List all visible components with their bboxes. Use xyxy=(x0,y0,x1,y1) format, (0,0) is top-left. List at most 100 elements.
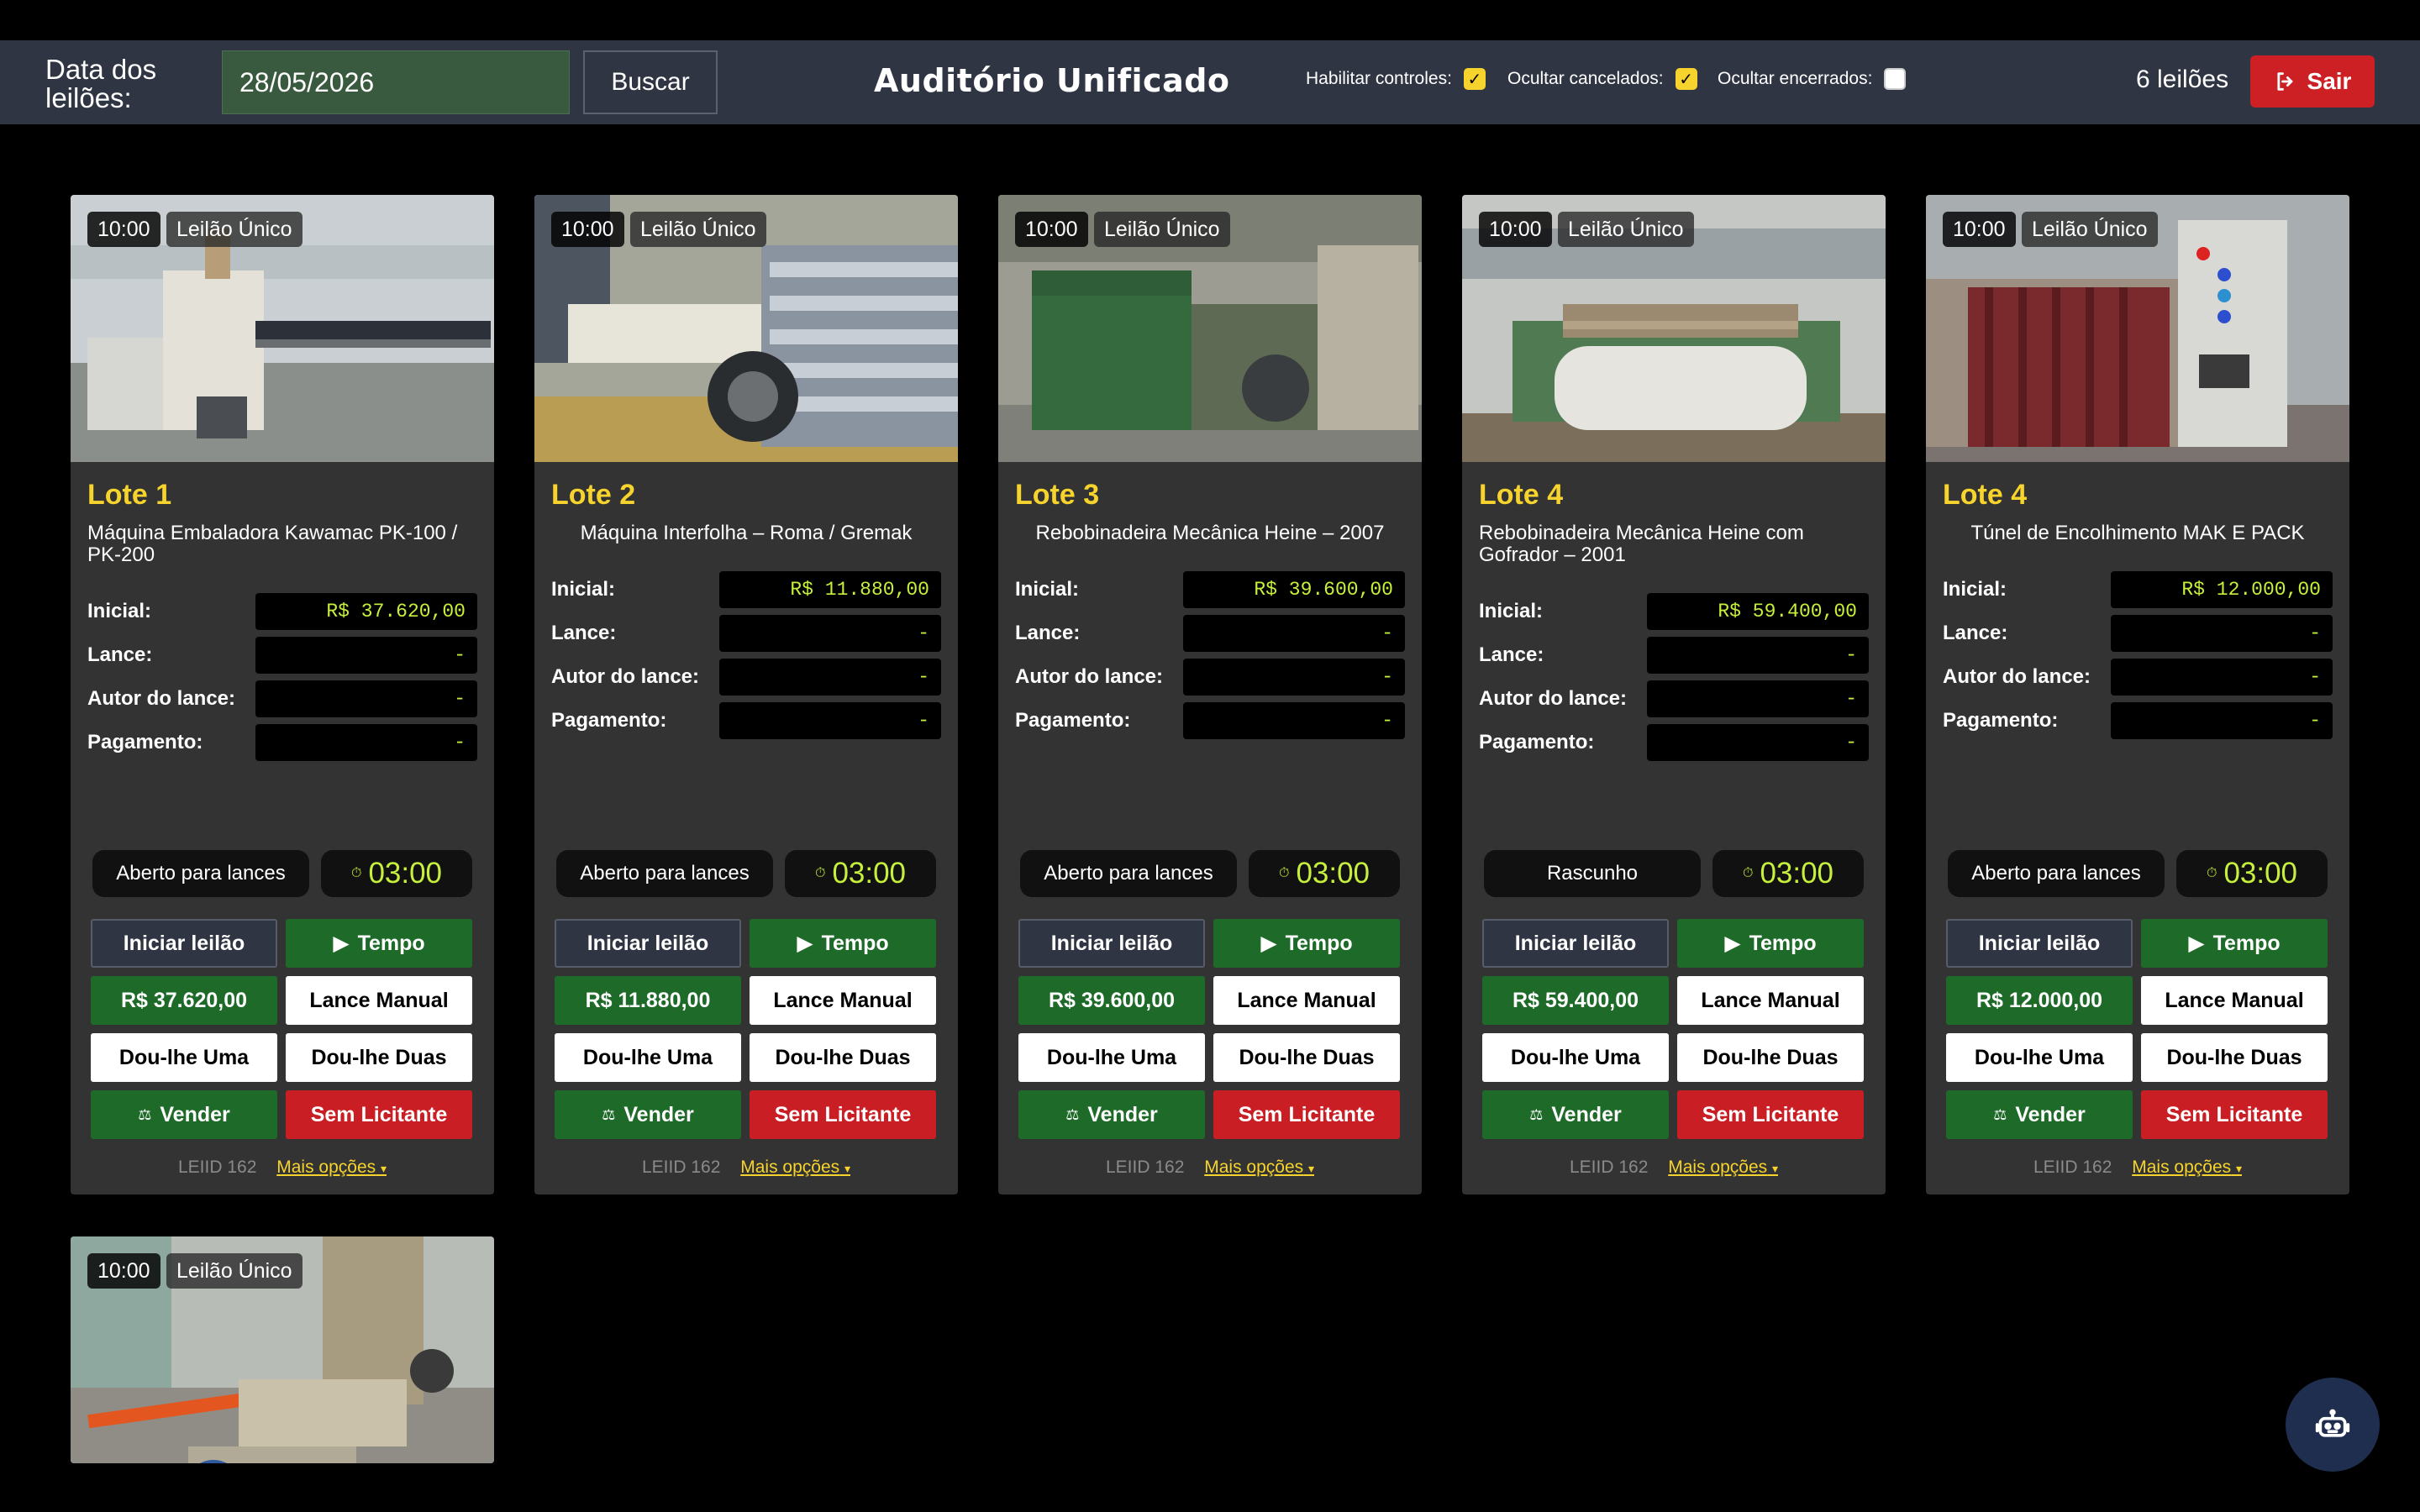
card-footer: LEIID 162 Mais opções ▾ xyxy=(1462,1158,1886,1178)
lance-value: - xyxy=(719,615,941,652)
manual-bid-button[interactable]: Lance Manual xyxy=(750,976,936,1025)
lot-title: Lote 4 xyxy=(1943,479,2028,511)
dou-lhe-duas-button[interactable]: Dou-lhe Duas xyxy=(2141,1033,2328,1082)
time-button[interactable]: ▶ Tempo xyxy=(286,919,472,968)
autor-value: - xyxy=(255,680,477,717)
time-button[interactable]: ▶ Tempo xyxy=(2141,919,2328,968)
lance-value: - xyxy=(255,637,477,674)
play-icon: ▶ xyxy=(1260,932,1277,955)
card-footer: LEIID 162 Mais opções ▾ xyxy=(71,1158,494,1178)
more-options-link[interactable]: Mais opções ▾ xyxy=(1204,1158,1314,1177)
ocultar-encerrados-checkbox[interactable] xyxy=(1884,68,1907,90)
search-button[interactable]: Buscar xyxy=(583,50,718,114)
auction-card: 10:00 Leilão Único Lote 4 Rebobinadeira … xyxy=(1462,195,1886,1194)
sell-label: Vender xyxy=(1551,1102,1622,1126)
price-button[interactable]: R$ 39.600,00 xyxy=(1018,976,1205,1025)
start-auction-button[interactable]: Iniciar leilão xyxy=(1482,919,1669,968)
inicial-value: R$ 39.600,00 xyxy=(1183,571,1405,608)
no-bidder-button[interactable]: Sem Licitante xyxy=(750,1090,936,1139)
sell-label: Vender xyxy=(160,1102,230,1126)
sell-button[interactable]: ⚖ Vender xyxy=(1018,1090,1205,1139)
time-button-label: Tempo xyxy=(1285,931,1353,955)
manual-bid-button[interactable]: Lance Manual xyxy=(1677,976,1864,1025)
manual-bid-button[interactable]: Lance Manual xyxy=(286,976,472,1025)
dou-lhe-uma-button[interactable]: Dou-lhe Uma xyxy=(1018,1033,1205,1082)
option-ocultar-encerrados: Ocultar encerrados: xyxy=(1718,68,1907,90)
sell-button[interactable]: ⚖ Vender xyxy=(1482,1090,1669,1139)
date-input[interactable] xyxy=(222,50,570,114)
auction-card: 10:00 Leilão Único Lote 4 Túnel de Encol… xyxy=(1926,195,2349,1194)
more-options-link[interactable]: Mais opções ▾ xyxy=(1668,1158,1778,1177)
lance-label: Lance: xyxy=(1479,643,1544,666)
lance-row: Lance: - xyxy=(1015,615,1405,652)
pagamento-label: Pagamento: xyxy=(1943,709,2059,732)
no-bidder-button[interactable]: Sem Licitante xyxy=(2141,1090,2328,1139)
assistant-button[interactable] xyxy=(2286,1378,2380,1472)
timer: ⏱ 03:00 xyxy=(321,850,472,897)
dou-lhe-duas-button[interactable]: Dou-lhe Duas xyxy=(1213,1033,1400,1082)
lot-description: Rebobinadeira Mecânica Heine – 2007 xyxy=(1035,522,1385,544)
time-button[interactable]: ▶ Tempo xyxy=(750,919,936,968)
pagamento-label: Pagamento: xyxy=(551,709,667,732)
date-label: Data dos leilões: xyxy=(45,54,157,113)
option-label: Ocultar cancelados: xyxy=(1507,69,1664,88)
dou-lhe-uma-button[interactable]: Dou-lhe Uma xyxy=(91,1033,277,1082)
price-button[interactable]: R$ 12.000,00 xyxy=(1946,976,2133,1025)
start-auction-button[interactable]: Iniciar leilão xyxy=(91,919,277,968)
sell-button[interactable]: ⚖ Vender xyxy=(91,1090,277,1139)
pagamento-row: Pagamento: - xyxy=(1943,702,2333,739)
time-button[interactable]: ▶ Tempo xyxy=(1213,919,1400,968)
inicial-value: R$ 12.000,00 xyxy=(2111,571,2333,608)
start-auction-button[interactable]: Iniciar leilão xyxy=(1018,919,1205,968)
inicial-label: Inicial: xyxy=(87,600,152,622)
more-options-link[interactable]: Mais opções ▾ xyxy=(276,1158,387,1177)
inicial-label: Inicial: xyxy=(551,578,616,601)
option-ocultar-cancelados: Ocultar cancelados: ✓ xyxy=(1507,68,1697,90)
time-button[interactable]: ▶ Tempo xyxy=(1677,919,1864,968)
timer-icon: ⏱ xyxy=(2206,866,2217,880)
more-options-link[interactable]: Mais opções ▾ xyxy=(2132,1158,2242,1177)
inicial-value: R$ 59.400,00 xyxy=(1647,593,1869,630)
lance-value: - xyxy=(2111,615,2333,652)
leiid-label: LEIID 162 xyxy=(177,1158,257,1177)
no-bidder-button[interactable]: Sem Licitante xyxy=(1213,1090,1400,1139)
lance-row: Lance: - xyxy=(1943,615,2333,652)
inicial-value: R$ 37.620,00 xyxy=(255,593,477,630)
autor-row: Autor do lance: - xyxy=(1943,659,2333,696)
autor-value: - xyxy=(719,659,941,696)
time-badge: 10:00 xyxy=(1943,212,2016,247)
no-bidder-button[interactable]: Sem Licitante xyxy=(1677,1090,1864,1139)
dou-lhe-duas-button[interactable]: Dou-lhe Duas xyxy=(750,1033,936,1082)
autor-value: - xyxy=(1183,659,1405,696)
inicial-row: Inicial: R$ 37.620,00 xyxy=(87,593,477,630)
lot-title: Lote 3 xyxy=(1015,479,1100,511)
price-button[interactable]: R$ 59.400,00 xyxy=(1482,976,1669,1025)
dou-lhe-duas-button[interactable]: Dou-lhe Duas xyxy=(286,1033,472,1082)
dou-lhe-uma-button[interactable]: Dou-lhe Uma xyxy=(1482,1033,1669,1082)
more-options-link[interactable]: Mais opções ▾ xyxy=(740,1158,850,1177)
price-button[interactable]: R$ 11.880,00 xyxy=(555,976,741,1025)
habilitar-controles-checkbox[interactable]: ✓ xyxy=(1463,68,1486,90)
ocultar-cancelados-checkbox[interactable]: ✓ xyxy=(1675,68,1697,90)
start-auction-button[interactable]: Iniciar leilão xyxy=(555,919,741,968)
exit-button[interactable]: Sair xyxy=(2250,55,2375,108)
start-auction-button[interactable]: Iniciar leilão xyxy=(1946,919,2133,968)
sell-button[interactable]: ⚖ Vender xyxy=(1946,1090,2133,1139)
pagamento-row: Pagamento: - xyxy=(551,702,941,739)
manual-bid-button[interactable]: Lance Manual xyxy=(1213,976,1400,1025)
no-bidder-button[interactable]: Sem Licitante xyxy=(286,1090,472,1139)
dou-lhe-uma-button[interactable]: Dou-lhe Uma xyxy=(1946,1033,2133,1082)
play-icon: ▶ xyxy=(797,932,813,955)
timer: ⏱ 03:00 xyxy=(1712,850,1864,897)
dou-lhe-duas-button[interactable]: Dou-lhe Duas xyxy=(1677,1033,1864,1082)
dou-lhe-uma-button[interactable]: Dou-lhe Uma xyxy=(555,1033,741,1082)
auction-count: 6 leilões xyxy=(2136,66,2229,93)
lance-label: Lance: xyxy=(87,643,153,666)
sell-button[interactable]: ⚖ Vender xyxy=(555,1090,741,1139)
manual-bid-button[interactable]: Lance Manual xyxy=(2141,976,2328,1025)
timer-value: 03:00 xyxy=(368,857,443,890)
lot-title: Lote 2 xyxy=(551,479,636,511)
autor-label: Autor do lance: xyxy=(1943,665,2091,688)
timer-value: 03:00 xyxy=(1760,857,1834,890)
price-button[interactable]: R$ 37.620,00 xyxy=(91,976,277,1025)
